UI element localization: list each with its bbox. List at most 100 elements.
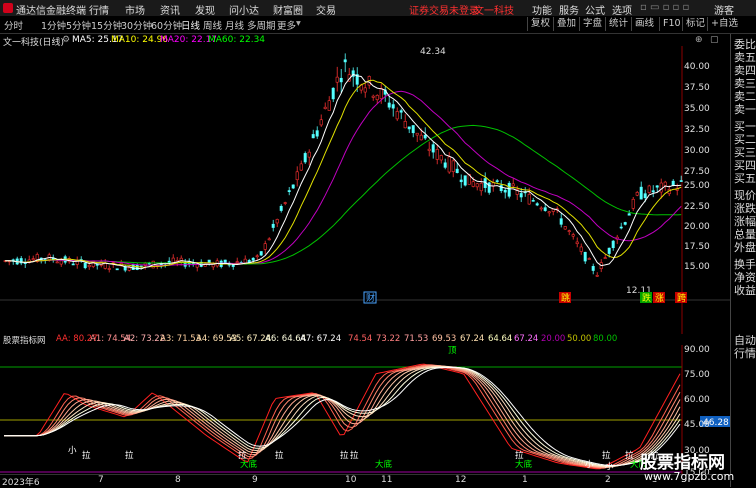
menu-fuwu[interactable]: 服务 — [559, 2, 579, 17]
expand-icon[interactable]: ⊕ — [695, 35, 703, 45]
candle — [471, 181, 475, 187]
candle — [55, 261, 59, 264]
rp-outside: 外盘 — [734, 241, 756, 254]
menu-faxian[interactable]: 发现 — [195, 2, 215, 17]
candle — [179, 257, 183, 263]
ma20-line — [5, 90, 682, 267]
candle — [447, 156, 451, 173]
period-1min[interactable]: 1分钟 — [41, 18, 66, 32]
maximize-icon[interactable]: ▢ — [710, 35, 719, 45]
date-label: 2023年6 — [2, 478, 40, 488]
stats-button[interactable]: 统计 — [605, 17, 631, 31]
indicator-signal-label: 小 — [605, 461, 614, 472]
candle — [619, 226, 623, 229]
draw-button[interactable]: 画线 — [631, 17, 657, 31]
candle — [531, 200, 535, 202]
rp-buy1: 买一 — [734, 120, 756, 133]
candle — [391, 104, 395, 109]
candle — [487, 182, 491, 193]
menu-hangqing[interactable]: 行情 — [89, 2, 109, 17]
candle — [639, 186, 643, 200]
price-tick: 37.50 — [684, 83, 710, 93]
candle — [31, 258, 35, 261]
font-button[interactable]: 字盘 — [579, 17, 605, 31]
rp-price: 现价 — [734, 189, 756, 202]
candle — [251, 257, 255, 261]
candle — [127, 267, 131, 271]
menu-wenxiaoda[interactable]: 问小达 — [229, 2, 259, 17]
rp-quote[interactable]: 行情 — [734, 347, 756, 360]
candle — [635, 192, 639, 196]
price-tick: 15.00 — [684, 262, 710, 272]
period-multi[interactable]: 多周期 — [247, 18, 276, 32]
candle — [263, 243, 267, 250]
menu-caifuquan[interactable]: 财富圈 — [273, 2, 303, 17]
period-15min[interactable]: 15分钟 — [91, 18, 122, 32]
ma5-line — [5, 73, 682, 270]
period-toolbar: 分时 1分钟 5分钟 15分钟 30分钟 60分钟 日线 周线 月线 多周期 更… — [0, 16, 756, 34]
settings-icon[interactable]: ⚙ — [62, 35, 70, 45]
menu-zixun[interactable]: 资讯 — [160, 2, 180, 17]
price-tick: 20.00 — [684, 222, 710, 232]
period-5min[interactable]: 5分钟 — [66, 18, 91, 32]
rp-auto[interactable]: 自动 — [734, 334, 756, 347]
r4-value: 69.53 — [432, 334, 457, 344]
window-controls-icon[interactable]: ▫ ▭ ▫ ▫ ▫ — [640, 2, 689, 13]
watermark: 股票指标网 www.7gpzb.com — [640, 448, 750, 484]
menu-gongneng[interactable]: 功能 — [532, 2, 552, 17]
candle — [115, 268, 119, 271]
period-monthly[interactable]: 月线 — [225, 18, 244, 32]
candle — [71, 263, 75, 266]
rp-buy2: 买二 — [734, 133, 756, 146]
rp-sell1: 卖一 — [734, 103, 756, 116]
period-60min[interactable]: 60分钟 — [151, 18, 182, 32]
r6-value: 64.64 — [488, 334, 513, 344]
guest-label[interactable]: 游客 — [714, 2, 734, 17]
candle — [235, 261, 239, 263]
badge-2-text: 跌 — [642, 293, 651, 304]
candle — [387, 102, 391, 108]
candle — [403, 121, 407, 129]
indicator-signal-label: 小 — [585, 459, 594, 470]
indicator-signal-label: 顶 — [448, 346, 457, 356]
indicator-signal-label: 大底 — [375, 459, 393, 470]
candle — [399, 110, 403, 113]
rp-sell5: 卖五 — [734, 51, 756, 64]
candle — [679, 180, 683, 182]
candle — [611, 240, 615, 249]
fuquan-button[interactable]: 复权 — [527, 17, 553, 31]
mark-button[interactable]: 标记 — [682, 17, 708, 31]
kline-chart[interactable]: 42.34 12.11 财 跳 跌 涨 跨 — [0, 46, 730, 334]
f10-button[interactable]: F10 — [659, 17, 684, 31]
indicator-header: 股票指标网 AA: 80.27 A1: 74.54 A2: 73.22 A3: … — [0, 334, 730, 346]
period-30min[interactable]: 30分钟 — [121, 18, 152, 32]
chevron-down-icon[interactable]: ▾ — [296, 18, 301, 29]
r5-value: 67.24 — [460, 334, 485, 344]
candle — [283, 202, 287, 204]
candle — [167, 260, 171, 263]
candle — [83, 262, 87, 269]
rp-buy3: 买三 — [734, 146, 756, 159]
price-tick: 27.50 — [684, 167, 710, 177]
candle — [475, 183, 479, 188]
login-status[interactable]: 证券交易未登录 — [409, 2, 479, 17]
period-more[interactable]: 更多 — [277, 18, 296, 32]
menu-shichang[interactable]: 市场 — [125, 2, 145, 17]
candle — [627, 213, 631, 216]
candle — [291, 184, 295, 189]
period-fenshi[interactable]: 分时 — [4, 18, 23, 32]
menu-jiaoyi[interactable]: 交易 — [316, 2, 336, 17]
candle — [335, 76, 339, 83]
menu-xuanxiang[interactable]: 选项 — [612, 2, 632, 17]
period-daily[interactable]: 日线 — [181, 18, 200, 32]
candle — [671, 180, 675, 186]
menu-gongshi[interactable]: 公式 — [585, 2, 605, 17]
indicator-chart[interactable]: 小拉拉拉拉拉拉拉拉拉拉大底 大底 大底 大底小 小顶 46.28 — [0, 345, 730, 475]
candle — [259, 251, 263, 256]
overlay-button[interactable]: 叠加 — [553, 17, 579, 31]
badge-4-text: 跨 — [677, 293, 686, 304]
price-tick: 35.00 — [684, 104, 710, 114]
add-watchlist-button[interactable]: +自选 — [707, 17, 741, 31]
period-weekly[interactable]: 周线 — [203, 18, 222, 32]
candle — [287, 190, 291, 192]
